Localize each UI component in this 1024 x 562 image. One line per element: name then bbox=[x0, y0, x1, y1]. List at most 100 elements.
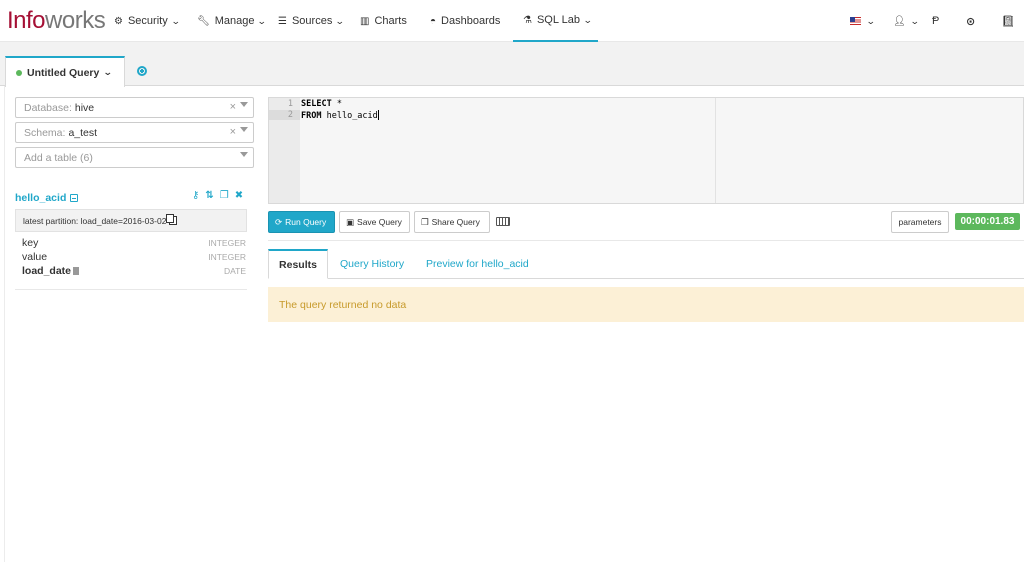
tab-preview-label: Preview for hello_acid bbox=[426, 258, 529, 270]
brand-text-info: Info bbox=[7, 7, 46, 34]
chevron-down-icon: ⌄ bbox=[582, 14, 593, 25]
copy-icon: ❐ bbox=[421, 216, 429, 227]
run-query-button[interactable]: ⟳ Run Query bbox=[268, 211, 335, 233]
remove-table-icon[interactable]: ✖ bbox=[235, 190, 243, 201]
column-row: load_date DATE bbox=[22, 265, 246, 277]
bar-chart-icon: ▥ bbox=[360, 15, 370, 27]
nav-sql-lab[interactable]: ⚗ SQL Lab ⌄ bbox=[513, 0, 598, 42]
run-query-label: Run Query bbox=[285, 217, 327, 227]
tab-query-history[interactable]: Query History bbox=[340, 249, 404, 279]
database-select[interactable]: Database: hive × bbox=[15, 97, 254, 118]
user-icon: 👤︎ bbox=[893, 15, 906, 27]
save-query-label: Save Query bbox=[357, 217, 402, 227]
nav-charts-label: Charts bbox=[374, 15, 407, 27]
latest-partition-info: latest partition: load_date=2016-03-02 bbox=[15, 209, 247, 232]
docs-link[interactable]: 📓︎ bbox=[1001, 0, 1015, 42]
text-cursor bbox=[377, 110, 379, 120]
nav-sources-label: Sources bbox=[291, 15, 333, 27]
brand-text-works: works bbox=[45, 7, 106, 34]
dashboard-icon: ◓ bbox=[430, 15, 437, 27]
clear-icon[interactable]: × bbox=[230, 101, 236, 113]
gears-icon: ⚙ bbox=[114, 15, 123, 27]
brand-logo[interactable]: Infoworks bbox=[7, 6, 106, 36]
nav-dashboards[interactable]: ◓ Dashboards bbox=[430, 0, 500, 42]
wrench-icon: 🔧︎ bbox=[197, 15, 210, 27]
us-flag-icon bbox=[850, 17, 861, 25]
chevron-down-icon: ⌄ bbox=[170, 15, 181, 26]
copy-icon[interactable] bbox=[166, 214, 178, 225]
caret-down-icon[interactable] bbox=[240, 102, 248, 107]
column-row: key INTEGER bbox=[22, 237, 246, 249]
nav-security-label: Security bbox=[127, 15, 168, 27]
nav-dashboards-label: Dashboards bbox=[441, 15, 501, 27]
no-data-alert: The query returned no data bbox=[268, 287, 1024, 322]
save-query-button[interactable]: ▣ Save Query bbox=[339, 211, 410, 233]
partition-text: latest partition: load_date=2016-03-02 bbox=[23, 215, 167, 226]
keyboard-shortcuts-icon[interactable] bbox=[496, 217, 510, 226]
version-icon: Ᵽ bbox=[932, 15, 940, 27]
query-timer: 00:00:01.83 bbox=[955, 213, 1020, 230]
add-table-placeholder: Add a table (6) bbox=[24, 151, 93, 164]
tab-results-label: Results bbox=[279, 258, 317, 271]
nav-security[interactable]: ⚙ Security ⌄ bbox=[114, 0, 181, 42]
github-link[interactable]: ⊙ bbox=[966, 0, 975, 42]
share-query-label: Share Query bbox=[431, 217, 480, 227]
database-icon: ☰ bbox=[278, 15, 287, 27]
column-row: value INTEGER bbox=[22, 251, 246, 263]
print-margin bbox=[715, 98, 716, 203]
key-icon[interactable]: ⚷ bbox=[192, 190, 199, 201]
top-navbar: Infoworks ⚙ Security ⌄ 🔧︎ Manage ⌄ ☰ Sou… bbox=[0, 0, 1024, 42]
chevron-down-icon: ⌄ bbox=[909, 15, 920, 26]
query-tab-label: Untitled Query bbox=[27, 66, 100, 79]
status-dot-icon bbox=[16, 69, 22, 76]
github-icon: ⊙ bbox=[966, 15, 976, 28]
database-select-label: Database: bbox=[24, 101, 72, 114]
column-name: key bbox=[22, 237, 39, 249]
caret-down-icon[interactable] bbox=[240, 152, 248, 157]
column-type: INTEGER bbox=[208, 252, 246, 262]
book-icon: 📓︎ bbox=[1001, 15, 1015, 28]
version-info[interactable]: Ᵽ bbox=[932, 0, 939, 42]
sort-icon[interactable]: ⇅ bbox=[205, 190, 213, 201]
query-tab-untitled[interactable]: Untitled Query ⌄ bbox=[5, 56, 125, 87]
tab-query-history-label: Query History bbox=[340, 258, 405, 270]
tab-preview[interactable]: Preview for hello_acid bbox=[426, 249, 529, 279]
code-line: FROM hello_acid bbox=[301, 110, 379, 121]
chevron-down-icon: ⌄ bbox=[335, 15, 346, 26]
caret-down-icon[interactable] bbox=[240, 127, 248, 132]
copy-icon[interactable]: ❐ bbox=[220, 190, 229, 201]
collapse-icon[interactable] bbox=[70, 194, 79, 202]
refresh-icon: ⟳ bbox=[275, 216, 283, 227]
sql-editor[interactable]: 1 2 SELECT * FROM hello_acid bbox=[268, 97, 1024, 204]
share-query-button[interactable]: ❐ Share Query bbox=[414, 211, 490, 233]
divider bbox=[15, 289, 247, 290]
table-name-toggle[interactable]: hello_acid bbox=[15, 192, 79, 204]
nav-sources[interactable]: ☰ Sources ⌄ bbox=[278, 0, 346, 42]
schema-select-label: Schema: bbox=[24, 126, 66, 139]
sql-text: * bbox=[331, 99, 342, 109]
column-name: load_date bbox=[22, 265, 72, 277]
no-data-message: The query returned no data bbox=[279, 298, 407, 311]
language-menu[interactable]: ⌄ bbox=[850, 0, 876, 42]
partition-key-icon bbox=[73, 267, 80, 275]
table-actions: ⚷ ⇅ ❐ ✖ bbox=[192, 190, 243, 201]
parameters-button[interactable]: parameters bbox=[891, 211, 949, 233]
add-query-tab-icon[interactable] bbox=[137, 66, 147, 76]
table-name: hello_acid bbox=[15, 192, 67, 204]
nav-manage[interactable]: 🔧︎ Manage ⌄ bbox=[197, 0, 267, 42]
add-table-select[interactable]: Add a table (6) bbox=[15, 147, 254, 168]
user-menu[interactable]: 👤︎ ⌄ bbox=[893, 0, 920, 42]
clear-icon[interactable]: × bbox=[230, 126, 236, 138]
panel-divider bbox=[4, 86, 5, 562]
timer-value: 00:00:01.83 bbox=[960, 216, 1015, 227]
schema-select[interactable]: Schema: a_test × bbox=[15, 122, 254, 143]
query-tab-bar: Untitled Query ⌄ bbox=[0, 42, 1024, 87]
parameters-label: parameters bbox=[898, 217, 942, 227]
nav-manage-label: Manage bbox=[214, 15, 255, 27]
chevron-down-icon: ⌄ bbox=[103, 67, 114, 77]
column-type: INTEGER bbox=[208, 238, 246, 248]
sql-keyword: SELECT bbox=[301, 99, 332, 109]
nav-charts[interactable]: ▥ Charts bbox=[360, 0, 407, 42]
line-number: 1 bbox=[287, 99, 293, 109]
tab-results[interactable]: Results bbox=[268, 249, 328, 279]
